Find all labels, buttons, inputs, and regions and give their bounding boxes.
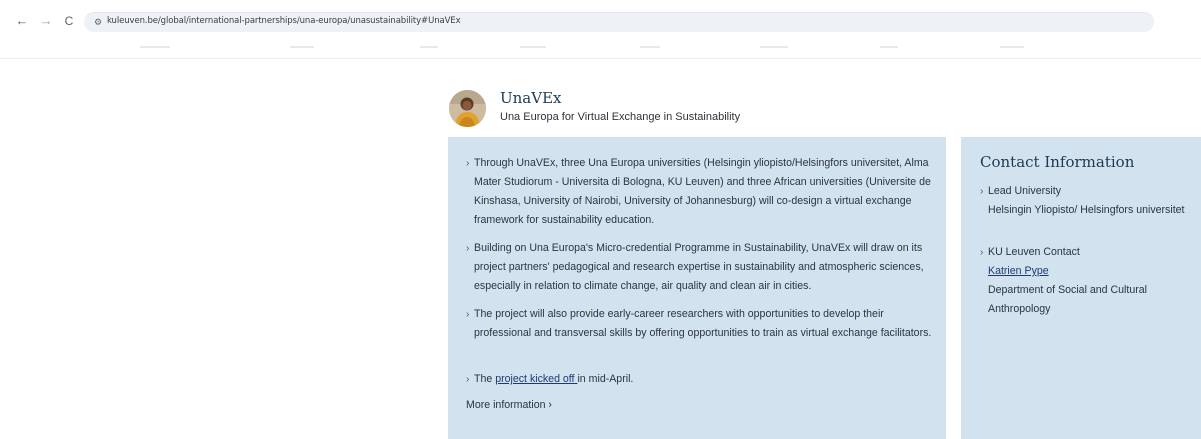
- contact-title: Contact Information: [980, 153, 1135, 171]
- project-kicked-off-link[interactable]: project kicked off: [495, 373, 577, 385]
- faded-top-navigation: [0, 40, 1201, 58]
- list-item: › The project will also provide early-ca…: [466, 305, 936, 343]
- browser-toolbar: ← → C ⚙ kuleuven.be/global/international…: [0, 0, 1201, 40]
- list-item: › KU Leuven Contact Katrien Pype Departm…: [980, 243, 1190, 319]
- project-title: UnaVEx: [500, 89, 562, 107]
- reload-icon[interactable]: C: [61, 13, 77, 29]
- contact-information-panel: Contact Information › Lead University He…: [961, 137, 1201, 439]
- back-arrow-icon[interactable]: ←: [14, 13, 30, 29]
- kickoff-suffix: in mid-April.: [577, 373, 634, 385]
- bullet-text: The project will also provide early-care…: [474, 308, 932, 339]
- list-item: › Lead University Helsingin Yliopisto/ H…: [980, 182, 1190, 220]
- contact-department: Department of Social and Cultural Anthro…: [988, 284, 1147, 315]
- project-description-panel: › Through UnaVEx, three Una Europa unive…: [448, 137, 946, 439]
- list-item: › The project kicked off in mid-April.: [466, 370, 936, 389]
- chevron-right-icon: ›: [980, 247, 984, 258]
- bullet-text: The project kicked off in mid-April.: [466, 370, 936, 389]
- lead-university-label: Lead University: [988, 185, 1062, 197]
- list-item: › Through UnaVEx, three Una Europa unive…: [466, 154, 936, 230]
- url-text[interactable]: kuleuven.be/global/international-partner…: [107, 16, 461, 26]
- bullet-text: Building on Una Europa's Micro-credentia…: [474, 242, 924, 292]
- chevron-right-icon: ›: [980, 186, 984, 197]
- list-item: › Building on Una Europa's Micro-credent…: [466, 239, 936, 296]
- chevron-right-icon: ›: [466, 309, 470, 320]
- more-information-link[interactable]: More information ›: [466, 399, 552, 411]
- chevron-right-icon: ›: [466, 158, 470, 169]
- kickoff-prefix: The: [474, 373, 496, 385]
- site-settings-icon[interactable]: ⚙: [92, 16, 104, 28]
- chevron-right-icon: ›: [466, 243, 470, 254]
- header-divider: [0, 58, 1201, 59]
- chevron-right-icon: ›: [466, 374, 470, 385]
- lead-university-value: Helsingin Yliopisto/ Helsingfors univers…: [988, 204, 1185, 216]
- project-avatar-image: [449, 90, 486, 127]
- project-subtitle: Una Europa for Virtual Exchange in Susta…: [500, 111, 741, 123]
- contact-person-link[interactable]: Katrien Pype: [988, 265, 1049, 277]
- ku-leuven-contact-label: KU Leuven Contact: [988, 246, 1080, 258]
- forward-arrow-icon[interactable]: →: [38, 13, 54, 29]
- bullet-text: Through UnaVEx, three Una Europa univers…: [474, 157, 931, 226]
- address-bar[interactable]: ⚙ kuleuven.be/global/international-partn…: [84, 12, 1154, 32]
